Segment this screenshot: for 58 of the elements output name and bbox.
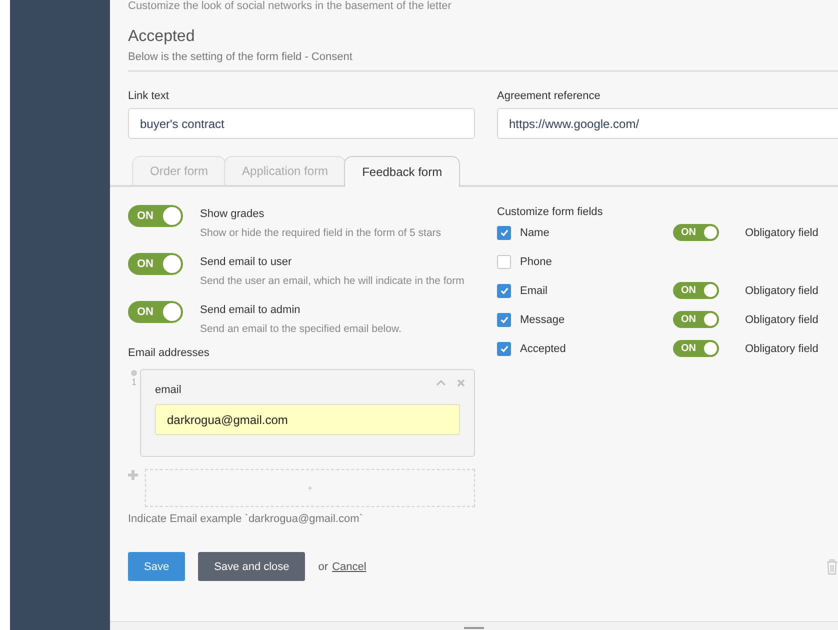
toggle-switch[interactable]: ON	[673, 340, 719, 357]
field-label: email	[155, 384, 182, 396]
toggle-switch[interactable]: ON	[128, 253, 183, 275]
field-name: Phone	[520, 256, 552, 268]
toggle-switch[interactable]: ON	[128, 205, 183, 227]
setting-description: Send the user an email, which he will indicate in the form	[200, 275, 464, 287]
form-tab[interactable]: Feedback form	[344, 156, 460, 187]
form-tab[interactable]: Application form	[224, 156, 346, 185]
toggle-switch[interactable]: ON	[128, 301, 183, 323]
text-field[interactable]: https://www.google.com/	[497, 108, 838, 139]
field-name: Accepted	[520, 342, 566, 354]
setting-title: Send email to admin	[200, 304, 302, 316]
form-tab[interactable]: Order form	[132, 156, 226, 185]
setting-description: Show or hide the required field in the form of 5 stars	[200, 227, 442, 239]
obligatory-label: Obligatory field	[745, 342, 820, 354]
field-label: Link text	[128, 90, 170, 102]
check-icon	[500, 286, 508, 295]
checkbox[interactable]	[497, 226, 511, 240]
section-title: Accepted	[128, 28, 196, 46]
checkbox[interactable]	[497, 284, 511, 298]
cancel-link[interactable]: Cancel	[332, 560, 366, 572]
field-name: Name	[520, 226, 550, 238]
item-number: 1	[131, 377, 136, 387]
trash-icon[interactable]	[826, 558, 838, 574]
checkbox[interactable]	[497, 254, 511, 268]
setting-title: Send email to user	[200, 256, 293, 268]
email-hint: Indicate Email example `darkrogua@gmail.com`	[128, 513, 364, 525]
email-field[interactable]: darkrogua@gmail.com	[155, 404, 460, 435]
toggle-switch[interactable]: ON	[673, 224, 719, 241]
check-icon	[500, 344, 508, 353]
check-icon	[500, 228, 508, 237]
add-item-button[interactable]: +	[145, 469, 475, 507]
field-label: Agreement reference	[497, 90, 602, 102]
resize-handle-icon[interactable]	[464, 627, 484, 629]
field-name: Message	[520, 314, 565, 326]
field-name: Email	[520, 284, 548, 296]
setting-description: Send an email to the specified email below.	[200, 323, 402, 335]
save-button[interactable]: Save	[128, 552, 186, 581]
toggle-switch[interactable]: ON	[673, 311, 719, 328]
checkbox[interactable]	[497, 312, 511, 326]
or-text: or	[318, 560, 328, 572]
email-addresses-label: Email addresses	[128, 347, 210, 359]
collapse-icon[interactable]	[436, 380, 446, 386]
save-and-close-button[interactable]: Save and close	[198, 552, 306, 581]
obligatory-label: Obligatory field	[745, 284, 820, 296]
obligatory-label: Obligatory field	[745, 226, 820, 238]
drag-dot-icon[interactable]	[131, 370, 137, 376]
add-icon[interactable]	[128, 470, 138, 480]
section-note: Customize the look of social networks in the basement of the letter	[128, 0, 452, 12]
section-subtitle: Below is the setting of the form field - Consent	[128, 51, 354, 63]
text-field[interactable]: buyer's contract	[128, 108, 475, 139]
setting-title: Show grades	[200, 208, 266, 220]
toggle-switch[interactable]: ON	[673, 282, 719, 299]
close-icon[interactable]	[457, 379, 465, 387]
form-fields-title: Customize form fields	[497, 206, 604, 218]
checkbox[interactable]	[497, 342, 511, 356]
obligatory-label: Obligatory field	[745, 314, 820, 326]
check-icon	[500, 315, 508, 324]
